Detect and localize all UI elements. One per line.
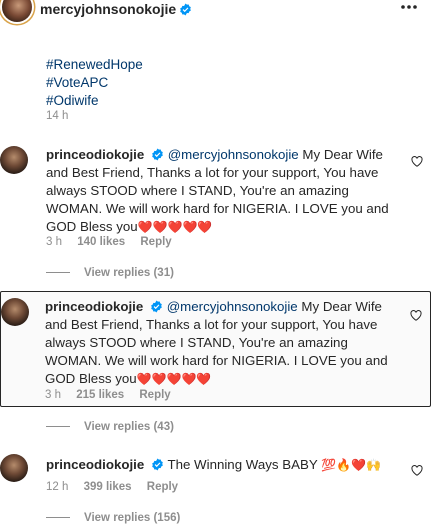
post-timestamp: 14 h [46, 110, 69, 122]
comment-username[interactable]: princeodiokojie [45, 299, 143, 314]
verified-icon [180, 3, 191, 16]
comment-highlighted: princeodiokojie @mercyjohnsonokojie My D… [0, 291, 431, 407]
view-replies-button[interactable]: View replies (31) [46, 267, 174, 279]
comment-meta: 12 h 399 likes Reply [46, 481, 178, 493]
comment-time: 3 h [46, 236, 62, 248]
verified-icon [151, 300, 162, 313]
like-heart-icon[interactable] [410, 310, 422, 321]
comment-emojis: 💯🔥❤️🙌 [321, 458, 381, 472]
verified-icon [152, 148, 163, 161]
comment: princeodiokojie @mercyjohnsonokojie My D… [0, 140, 432, 290]
likes-count[interactable]: 215 likes [76, 389, 124, 401]
likes-count[interactable]: 140 likes [77, 236, 125, 248]
view-replies-button[interactable]: View replies (156) [46, 512, 180, 524]
like-heart-icon[interactable] [411, 156, 423, 167]
comment-time: 3 h [45, 389, 61, 401]
view-replies-button[interactable]: View replies (43) [46, 421, 174, 433]
hashtag-link[interactable]: #Odiwife [46, 92, 143, 110]
avatar[interactable] [2, 0, 32, 22]
avatar[interactable] [1, 298, 29, 326]
reply-button[interactable]: Reply [147, 481, 178, 493]
comment-text: princeodiokojie The Winning Ways BABY 💯🔥… [46, 456, 398, 474]
comment-body: The Winning Ways BABY [167, 457, 318, 472]
hashtag-link[interactable]: #VoteAPC [46, 74, 143, 92]
divider [46, 426, 70, 428]
post-username[interactable]: mercyjohnsonokojie [40, 1, 192, 17]
likes-count[interactable]: 399 likes [84, 481, 132, 493]
comment-emojis: ❤️❤️❤️❤️❤️ [136, 372, 212, 386]
mention-link[interactable]: @mercyjohnsonokojie [168, 147, 299, 162]
divider [46, 272, 70, 274]
avatar[interactable] [0, 454, 28, 482]
post-header: mercyjohnsonokojie [0, 0, 432, 30]
divider [46, 517, 70, 519]
comment-meta: 3 h 140 likes Reply [46, 236, 172, 248]
like-heart-icon[interactable] [411, 465, 423, 476]
view-replies-label[interactable]: View replies (43) [84, 421, 174, 433]
more-options-icon[interactable] [400, 4, 418, 10]
reply-button[interactable]: Reply [140, 236, 171, 248]
comment-username[interactable]: princeodiokojie [46, 147, 144, 162]
avatar[interactable] [0, 146, 28, 174]
comment: princeodiokojie The Winning Ways BABY 💯🔥… [0, 450, 432, 524]
hashtag-link[interactable]: #RenewedHope [46, 56, 143, 74]
comment-emojis: ❤️❤️❤️❤️❤️ [137, 220, 213, 234]
comment-text: princeodiokojie @mercyjohnsonokojie My D… [45, 298, 397, 388]
comment-meta: 3 h 215 likes Reply [45, 389, 171, 401]
comment-username[interactable]: princeodiokojie [46, 457, 144, 472]
verified-icon [152, 458, 163, 471]
comment-text: princeodiokojie @mercyjohnsonokojie My D… [46, 146, 398, 236]
comment-time: 12 h [46, 481, 69, 493]
caption-hashtags: #RenewedHope #VoteAPC #Odiwife [46, 56, 143, 110]
view-replies-label[interactable]: View replies (156) [84, 512, 180, 524]
mention-link[interactable]: @mercyjohnsonokojie [167, 299, 298, 314]
post-username-text[interactable]: mercyjohnsonokojie [40, 1, 176, 17]
reply-button[interactable]: Reply [139, 389, 170, 401]
view-replies-label[interactable]: View replies (31) [84, 267, 174, 279]
